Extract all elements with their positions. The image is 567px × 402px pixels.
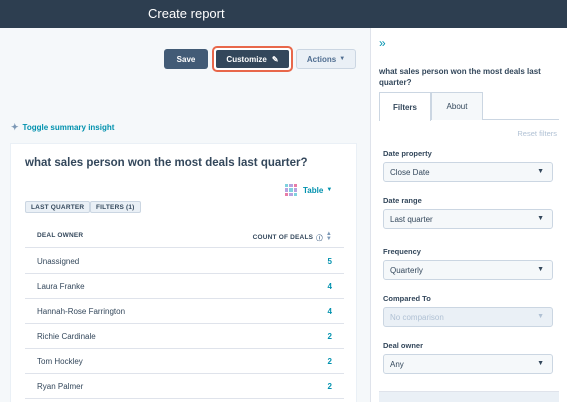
panel-report-title: what sales person won the most deals las… xyxy=(379,67,541,87)
row-deal-owner: Tom Hockley xyxy=(37,357,83,366)
table-icon xyxy=(285,184,297,196)
reset-filters-link[interactable]: Reset filters xyxy=(517,129,557,138)
compared-to-select: No comparison ▼ xyxy=(383,307,553,327)
table-row: Richie Cardinale 2 xyxy=(25,324,344,349)
filter-tag-filters[interactable]: FILTERS (1) xyxy=(90,201,141,213)
info-icon[interactable]: ⓘ xyxy=(316,232,323,242)
row-count-link[interactable]: 4 xyxy=(328,307,332,316)
row-deal-owner: Richie Cardinale xyxy=(37,332,96,341)
filter-tag-date[interactable]: LAST QUARTER xyxy=(25,201,91,213)
row-deal-owner: Ryan Palmer xyxy=(37,382,84,391)
row-deal-owner: Laura Franke xyxy=(37,282,85,291)
actions-dropdown[interactable]: Actions ▼ xyxy=(296,49,356,69)
double-chevron-right-icon[interactable]: » xyxy=(379,36,386,50)
customize-button[interactable]: Customize ✎ xyxy=(216,50,289,68)
table-row: Tom Hockley 2 xyxy=(25,349,344,374)
table-row: Hannah-Rose Farrington 4 xyxy=(25,299,344,324)
deal-owner-select[interactable]: Any ▼ xyxy=(383,354,553,374)
date-property-label: Date property xyxy=(383,149,432,158)
frequency-value: Quarterly xyxy=(390,265,423,275)
page-title: Create report xyxy=(148,6,225,21)
sparkle-icon: ✦ xyxy=(11,122,19,132)
filters-panel: » what sales person won the most deals l… xyxy=(370,28,567,402)
toggle-summary-label: Toggle summary insight xyxy=(22,123,115,132)
caret-down-icon: ▼ xyxy=(537,313,544,320)
row-count-link[interactable]: 2 xyxy=(328,357,332,366)
table-row: Ryan Palmer 2 xyxy=(25,374,344,399)
toggle-summary-insight[interactable]: ✦ Toggle summary insight xyxy=(11,122,114,133)
date-range-value: Last quarter xyxy=(390,214,433,224)
frequency-select[interactable]: Quarterly ▼ xyxy=(383,260,553,280)
date-property-value: Close Date xyxy=(390,167,430,177)
caret-down-icon: ▼ xyxy=(537,215,544,222)
deal-owner-label: Deal owner xyxy=(383,341,424,350)
report-title: what sales person won the most deals las… xyxy=(25,157,308,169)
caret-down-icon: ▼ xyxy=(537,168,544,175)
compared-to-value: No comparison xyxy=(390,312,444,322)
date-range-label: Date range xyxy=(383,196,422,205)
panel-footer xyxy=(379,391,559,402)
date-range-select[interactable]: Last quarter ▼ xyxy=(383,209,553,229)
report-card: what sales person won the most deals las… xyxy=(10,143,357,402)
panel-tabs: Filters About xyxy=(379,92,559,121)
column-header-deal-owner[interactable]: DEAL OWNER xyxy=(37,232,83,239)
date-property-select[interactable]: Close Date ▼ xyxy=(383,162,553,182)
frequency-label: Frequency xyxy=(383,247,421,256)
row-count-link[interactable]: 4 xyxy=(328,282,332,291)
compared-to-label: Compared To xyxy=(383,294,431,303)
column-header-count[interactable]: COUNT OF DEALS ⓘ ▲ ▼ xyxy=(252,231,332,242)
caret-down-icon: ▼ xyxy=(339,56,346,62)
report-canvas: Save Customize ✎ Actions ▼ ✦ Toggle summ… xyxy=(0,28,370,402)
actions-label: Actions xyxy=(306,54,337,64)
visualization-label: Table xyxy=(303,185,324,195)
row-count-link[interactable]: 2 xyxy=(328,382,332,391)
pencil-icon: ✎ xyxy=(271,54,279,64)
table-row: Unassigned 5 xyxy=(25,249,344,274)
tab-about[interactable]: About xyxy=(431,92,483,120)
save-button[interactable]: Save xyxy=(164,49,208,69)
row-count-link[interactable]: 2 xyxy=(328,332,332,341)
column-header-count-label: COUNT OF DEALS xyxy=(252,233,314,241)
customize-label: Customize xyxy=(226,54,267,64)
visualization-select[interactable]: Table ▼ xyxy=(285,184,332,196)
deal-owner-value: Any xyxy=(390,359,404,369)
table-row: Laura Franke 4 xyxy=(25,274,344,299)
row-deal-owner: Hannah-Rose Farrington xyxy=(37,307,126,316)
caret-down-icon: ▼ xyxy=(537,266,544,273)
row-deal-owner: Unassigned xyxy=(37,257,80,266)
caret-down-icon: ▼ xyxy=(537,360,544,367)
row-count-link[interactable]: 5 xyxy=(328,257,332,266)
tab-filters[interactable]: Filters xyxy=(379,92,431,121)
sort-icon[interactable]: ▲ ▼ xyxy=(326,231,332,242)
table-header: DEAL OWNER COUNT OF DEALS ⓘ ▲ ▼ xyxy=(25,224,344,248)
top-bar: Create report xyxy=(0,0,567,28)
caret-down-icon: ▼ xyxy=(326,187,333,193)
